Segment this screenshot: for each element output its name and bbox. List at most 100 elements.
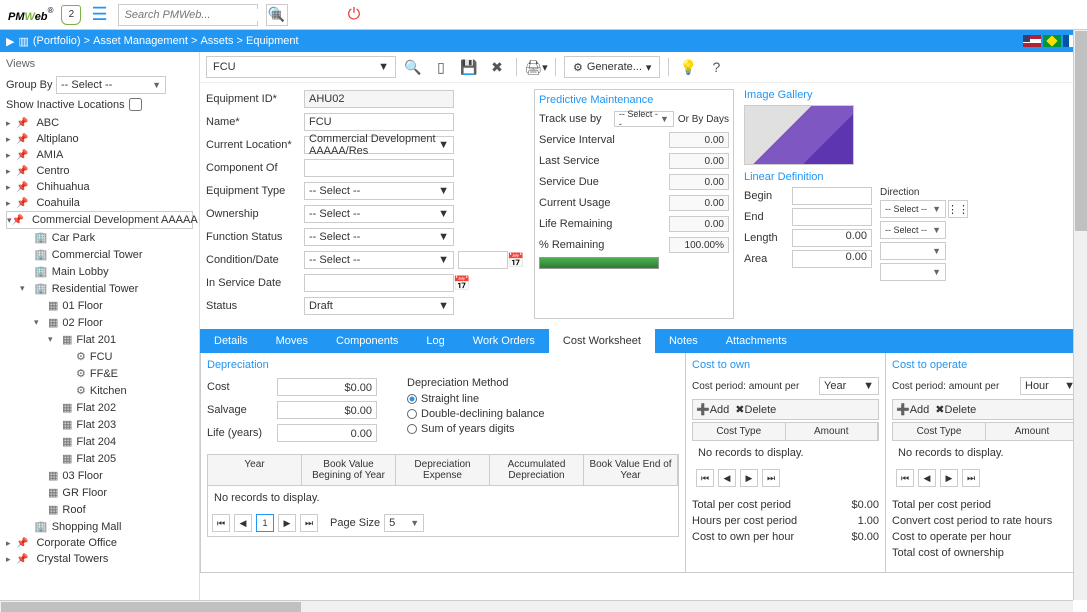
tree-item[interactable]: ▸📌Corporate Office: [6, 535, 193, 551]
tree-item[interactable]: ▦Flat 202: [6, 399, 193, 416]
tab-details[interactable]: Details: [200, 329, 262, 353]
groupby-select[interactable]: -- Select --▼: [56, 76, 166, 94]
tree-item[interactable]: ▸📌Centro: [6, 163, 193, 179]
radio-sum[interactable]: Sum of years digits: [407, 423, 545, 435]
equip_type-select[interactable]: -- Select --▼: [304, 182, 454, 200]
component_of-input[interactable]: [304, 159, 454, 177]
tree-item[interactable]: ▾📌Commercial Development AAAAA: [6, 211, 193, 229]
track-select[interactable]: -- Select --▼: [614, 111, 674, 127]
grab-icon[interactable]: ⋮⋮: [948, 200, 968, 218]
salvage-input[interactable]: $0.00: [277, 401, 377, 419]
name-input[interactable]: [304, 113, 454, 131]
page-prev[interactable]: ◀: [234, 514, 252, 532]
gallery-image[interactable]: [744, 105, 854, 165]
page-last[interactable]: ⏭: [762, 469, 780, 487]
bc-assets[interactable]: Assets: [200, 35, 233, 47]
calendar-icon[interactable]: 📅: [508, 249, 524, 271]
page-last[interactable]: ⏭: [300, 514, 318, 532]
tree-item[interactable]: ▸📌Altiplano: [6, 131, 193, 147]
life-input[interactable]: 0.00: [277, 424, 377, 442]
record-select[interactable]: FCU▼: [206, 56, 396, 78]
tab-cost-worksheet[interactable]: Cost Worksheet: [549, 329, 655, 353]
tab-log[interactable]: Log: [412, 329, 458, 353]
own-add[interactable]: ➕Add: [696, 403, 729, 416]
tree-item[interactable]: ▾▦Flat 201: [6, 331, 193, 348]
tree-item[interactable]: 🏢Car Park: [6, 229, 193, 246]
equipment_id-input[interactable]: [304, 90, 454, 108]
save-icon[interactable]: 💾: [458, 56, 480, 78]
own-cp-select[interactable]: Year▼: [819, 377, 879, 395]
tree-item[interactable]: ▦GR Floor: [6, 484, 193, 501]
generate-button[interactable]: ⚙Generate...▾: [564, 56, 660, 78]
op-cp-select[interactable]: Hour▼: [1020, 377, 1080, 395]
apps-icon[interactable]: ▦: [266, 4, 288, 26]
idea-icon[interactable]: 💡: [677, 56, 699, 78]
cost-input[interactable]: $0.00: [277, 378, 377, 396]
flag-us[interactable]: [1023, 35, 1041, 47]
tree-item[interactable]: ▸📌Crystal Towers: [6, 551, 193, 567]
page-last[interactable]: ⏭: [962, 469, 980, 487]
page-next[interactable]: ▶: [278, 514, 296, 532]
show-inactive-checkbox[interactable]: [129, 98, 142, 111]
tree-item[interactable]: 🏢Main Lobby: [6, 263, 193, 280]
print-icon[interactable]: 🖨▾: [525, 56, 547, 78]
radio-double[interactable]: Double-declining balance: [407, 408, 545, 420]
delete-icon[interactable]: ✖: [486, 56, 508, 78]
tree-item[interactable]: ▾🏢Residential Tower: [6, 280, 193, 297]
direction-select-1[interactable]: -- Select --▼: [880, 200, 946, 218]
tree-item[interactable]: ⚙FF&E: [6, 365, 193, 382]
radio-straight[interactable]: Straight line: [407, 393, 545, 405]
op-delete[interactable]: ✖Delete: [935, 403, 976, 416]
tree-item[interactable]: ▸📌Chihuahua: [6, 179, 193, 195]
tree-item[interactable]: ▸📌AMIA: [6, 147, 193, 163]
tree-item[interactable]: ⚙FCU: [6, 348, 193, 365]
search-icon[interactable]: 🔍: [402, 56, 424, 78]
tab-moves[interactable]: Moves: [262, 329, 322, 353]
page-num[interactable]: 1: [256, 514, 274, 532]
tree-item[interactable]: ⚙Kitchen: [6, 382, 193, 399]
condition-date[interactable]: [458, 251, 508, 269]
func_status-select[interactable]: -- Select --▼: [304, 228, 454, 246]
power-icon[interactable]: ⏻: [348, 6, 361, 24]
tab-work-orders[interactable]: Work Orders: [459, 329, 549, 353]
status-select[interactable]: Draft▼: [304, 297, 454, 315]
page-prev[interactable]: ◀: [718, 469, 736, 487]
own-delete[interactable]: ✖Delete: [735, 403, 776, 416]
begin-input[interactable]: [792, 187, 872, 205]
tab-notes[interactable]: Notes: [655, 329, 712, 353]
tree-item[interactable]: ▦Flat 203: [6, 416, 193, 433]
location-select[interactable]: Commercial Development AAAAA/Res▼: [304, 136, 454, 154]
direction-select-3[interactable]: ▼: [880, 242, 946, 260]
tree-item[interactable]: ▦Flat 204: [6, 433, 193, 450]
bc-portfolio[interactable]: (Portfolio): [33, 35, 81, 47]
condition-select[interactable]: -- Select --▼: [304, 251, 454, 269]
tree-item[interactable]: 🏢Commercial Tower: [6, 246, 193, 263]
page-next[interactable]: ▶: [940, 469, 958, 487]
page-size-select[interactable]: 5▼: [384, 514, 424, 532]
new-icon[interactable]: ▯: [430, 56, 452, 78]
search-input[interactable]: 🔍: [118, 4, 258, 26]
bc-equip[interactable]: Equipment: [246, 35, 299, 47]
scrollbar-vertical[interactable]: [1073, 30, 1087, 600]
ownership-select[interactable]: -- Select --▼: [304, 205, 454, 223]
tree-item[interactable]: ▸📌Coahuila: [6, 195, 193, 211]
tree-item[interactable]: ▦03 Floor: [6, 467, 193, 484]
bc-am[interactable]: Asset Management: [93, 35, 188, 47]
tree-item[interactable]: 🏢Shopping Mall: [6, 518, 193, 535]
help-icon[interactable]: ?: [705, 56, 727, 78]
tree-item[interactable]: ▦01 Floor: [6, 297, 193, 314]
tree-item[interactable]: ▦Roof: [6, 501, 193, 518]
tree-item[interactable]: ▾▦02 Floor: [6, 314, 193, 331]
page-next[interactable]: ▶: [740, 469, 758, 487]
chevron-icon[interactable]: ▶: [6, 35, 14, 48]
menu-icon[interactable]: ☰: [91, 4, 107, 25]
op-add[interactable]: ➕Add: [896, 403, 929, 416]
page-prev[interactable]: ◀: [918, 469, 936, 487]
direction-select-2[interactable]: -- Select --▼: [880, 221, 946, 239]
module-icon[interactable]: ▥: [18, 35, 28, 48]
tree-item[interactable]: ▦Flat 205: [6, 450, 193, 467]
page-first[interactable]: ⏮: [696, 469, 714, 487]
tree-item[interactable]: ▸📌ABC: [6, 115, 193, 131]
in_service-input[interactable]: [304, 274, 454, 292]
end-input[interactable]: [792, 208, 872, 226]
